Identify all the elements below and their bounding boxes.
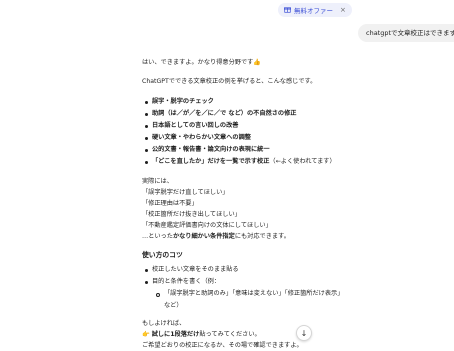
list-item: 「どこを直したか」だけを一覧で示す校正（←よく使われてます） <box>142 156 342 168</box>
assistant-lead: ChatGPTでできる文章校正の例を挙げると、こんな感じです。 <box>142 78 317 85</box>
list-item: 硬い文章・やわらかい文章への調整 <box>142 132 342 144</box>
examples-intro: 実際には、 <box>142 178 173 185</box>
scroll-down-button[interactable]: ↓ <box>296 325 312 341</box>
user-message: chatgptで文章校正はできますか <box>358 24 454 42</box>
example-line: 「不動産鑑定評価書向けの文体にしてほしい」 <box>142 222 272 229</box>
arrow-down-icon: ↓ <box>300 328 308 338</box>
closing-cta: 👉 試しに1段落だけ貼ってみてください。 <box>142 331 261 338</box>
free-offer-label: 無料オファー <box>294 7 333 15</box>
list-item: 助詞（は／が／を／に／で など）の不自然さの修正 <box>142 108 342 120</box>
example-line: 「校正箇所だけ抜き出してほしい」 <box>142 211 241 218</box>
free-offer-button[interactable]: 無料オファー × <box>278 3 352 17</box>
assistant-message: はい、できますよ。かなり得意分野です👍 ChatGPTでできる文章校正の例を挙げ… <box>142 58 342 351</box>
pointing-hand-icon: 👉 <box>142 331 150 338</box>
list-item: 目的と条件を書く（例： <box>142 276 342 288</box>
list-item: 誤字・脱字のチェック <box>142 96 342 108</box>
list-item: 「誤字脱字と助詞のみ」「意味は変えない」「修正箇所だけ表示」など） <box>142 288 342 312</box>
assistant-intro: はい、できますよ。かなり得意分野です👍 <box>142 59 262 66</box>
gift-icon <box>284 6 291 15</box>
tips-list: 校正したい文章をそのまま貼る 目的と条件を書く（例： 「誤字脱字と助詞のみ」「意… <box>142 264 342 312</box>
examples-outro: …といったかなり細かい条件指定にも対応できます。 <box>142 233 290 240</box>
tips-heading: 使い方のコツ <box>142 251 183 259</box>
list-item: 日本語としての言い回しの改善 <box>142 120 342 132</box>
list-item: 校正したい文章をそのまま貼る <box>142 264 342 276</box>
examples-block: 実際には、 「誤字脱字だけ直してほしい」 「修正理由は不要」 「校正箇所だけ抜き… <box>142 176 342 242</box>
capability-list: 誤字・脱字のチェック 助詞（は／が／を／に／で など）の不自然さの修正 日本語と… <box>142 96 342 168</box>
list-item: 公的文書・報告書・論文向けの表現に統一 <box>142 144 342 156</box>
closing-last: ご希望どおりの校正になるか、その場で確認できますよ。 <box>142 342 303 349</box>
capability-note: （←よく使われてます） <box>269 158 336 165</box>
example-line: 「誤字脱字だけ直してほしい」 <box>142 189 229 196</box>
close-icon[interactable]: × <box>340 6 346 14</box>
example-line: 「修正理由は不要」 <box>142 200 198 207</box>
closing-line: もしよければ、 <box>142 320 186 327</box>
